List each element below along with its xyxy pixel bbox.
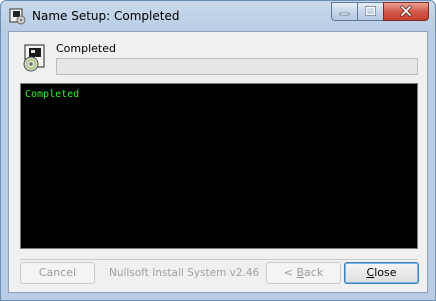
close-label-rest: lose	[374, 266, 397, 279]
installer-client-area: Completed Completed Cancel Nullsoft Inst…	[8, 31, 428, 293]
window-close-button[interactable]	[383, 2, 429, 21]
back-label-mnemonic: B	[296, 266, 305, 279]
minimize-button[interactable]	[331, 2, 358, 21]
setup-box-cd-icon	[21, 43, 49, 73]
back-label-rest: ack	[304, 266, 324, 279]
setup-window: Name Setup: Completed Completed Complete…	[0, 0, 436, 301]
back-button[interactable]: < Back	[266, 262, 341, 284]
branding-text: Nullsoft Install System v2.46	[109, 267, 260, 279]
close-button[interactable]: Close	[344, 262, 419, 284]
back-label-prefix: <	[283, 266, 297, 279]
window-title: Name Setup: Completed	[32, 9, 180, 23]
minimize-icon	[339, 12, 350, 16]
cancel-button[interactable]: Cancel	[20, 262, 95, 284]
install-log[interactable]: Completed	[20, 83, 418, 249]
status-label: Completed	[56, 42, 116, 55]
maximize-icon	[365, 6, 376, 16]
maximize-button[interactable]	[357, 2, 384, 21]
installer-icon	[8, 7, 26, 25]
log-line: Completed	[25, 89, 80, 100]
footer-separator	[20, 259, 418, 260]
close-icon	[400, 5, 412, 17]
progress-bar	[56, 58, 418, 75]
title-bar[interactable]: Name Setup: Completed	[1, 1, 435, 31]
